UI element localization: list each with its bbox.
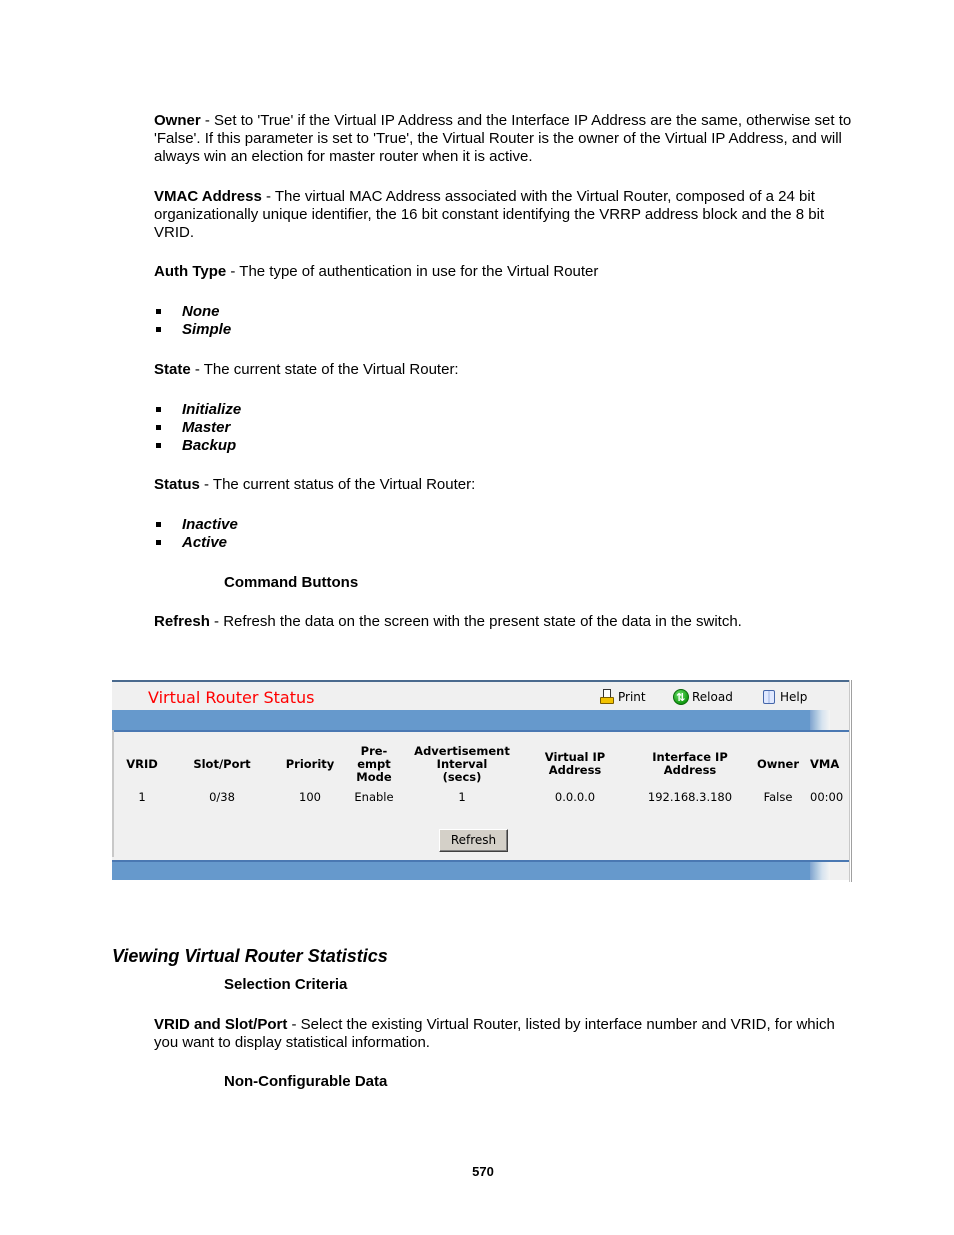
vmac-description: VMAC Address - The virtual MAC Address a… [154,188,858,242]
header-bar [112,710,852,732]
cell-virtual-ip: 0.0.0.0 [554,790,596,804]
status-description: Status - The current status of the Virtu… [154,476,858,494]
panel-scrollbar-edge [849,680,852,882]
bullet-icon [156,407,161,412]
cell-vrid: 1 [138,790,146,804]
bullet-icon [156,540,161,545]
section-title: Viewing Virtual Router Statistics [112,946,388,966]
printer-icon [599,689,615,705]
list-item-label: Backup [182,437,237,454]
owner-description: Owner - Set to 'True' if the Virtual IP … [154,112,858,166]
auth-type-list: None Simple [154,303,231,339]
status-term: Status [154,476,200,493]
virtual-router-table: VRID Slot/Port Priority Pre- empt Mode A… [112,742,852,808]
col-header-preempt-mode: Pre- empt Mode [356,743,392,784]
command-buttons-heading: Command Buttons [224,574,359,591]
non-configurable-heading: Non-Configurable Data [224,1073,388,1090]
state-term: State [154,361,191,378]
owner-text: - Set to 'True' if the Virtual IP Addres… [154,112,852,165]
help-label: Help [780,690,808,704]
list-item: Active [154,534,238,552]
status-list: Inactive Active [154,516,238,552]
bullet-icon [156,425,161,430]
list-item: Backup [154,437,241,455]
page-number: 570 [472,1164,494,1179]
list-item-label: Initialize [182,401,242,418]
list-item: None [154,303,231,321]
table-header-row: VRID Slot/Port Priority Pre- empt Mode A… [112,742,852,786]
help-button[interactable]: Help [761,688,807,706]
refresh-description: Refresh - Refresh the data on the screen… [154,613,858,631]
vrid-slot-port-description: VRID and Slot/Port - Select the existing… [154,1016,858,1052]
owner-term: Owner [154,112,201,129]
help-book-icon [761,689,777,705]
vrid-slot-port-term: VRID and Slot/Port [154,1016,288,1033]
panel-title: Virtual Router Status [148,688,315,707]
list-item-label: Inactive [182,516,238,533]
list-item: Master [154,419,241,437]
col-header-owner: Owner [756,756,800,771]
col-header-advertisement-interval: Advertisement Interval (secs) [414,743,510,784]
bullet-icon [156,443,161,448]
auth-type-description: Auth Type - The type of authentication i… [154,263,858,281]
vmac-term: VMAC Address [154,188,262,205]
col-header-slot-port: Slot/Port [193,756,251,771]
list-item-label: None [182,303,220,320]
cell-advertisement-interval: 1 [458,790,466,804]
col-header-interface-ip: Interface IP Address [652,750,728,777]
footer-bar [112,860,852,880]
col-header-virtual-ip: Virtual IP Address [544,750,606,777]
refresh-button[interactable]: Refresh [439,829,508,852]
table-row: 1 0/38 100 Enable 1 0.0.0.0 192.168.3.18… [112,786,852,808]
state-text: - The current state of the Virtual Route… [190,361,459,378]
reload-label: Reload [692,690,733,704]
refresh-text: - Refresh the data on the screen with th… [209,613,742,630]
cell-priority: 100 [299,790,321,804]
print-label: Print [618,690,646,704]
cell-interface-ip: 192.168.3.180 [647,790,733,804]
refresh-term: Refresh [154,613,210,630]
bullet-icon [156,327,161,332]
reload-icon [673,689,689,707]
list-item-label: Master [182,419,231,436]
state-list: Initialize Master Backup [154,401,241,455]
auth-type-text: - The type of authentication in use for … [226,263,599,280]
list-item-label: Active [182,534,228,551]
cell-slot-port: 0/38 [209,790,235,804]
cell-vmac: 00:00 [810,790,844,804]
col-header-priority: Priority [285,756,335,771]
list-item: Initialize [154,401,241,419]
col-header-vmac: VMA [810,756,840,771]
state-description: State - The current state of the Virtual… [154,361,858,379]
panel-left-edge [112,730,114,857]
status-text: - The current status of the Virtual Rout… [199,476,476,493]
bullet-icon [156,309,161,314]
list-item: Inactive [154,516,238,534]
cell-preempt-mode: Enable [354,790,394,804]
cell-owner: False [763,790,793,804]
auth-type-term: Auth Type [154,263,227,280]
list-item: Simple [154,321,231,339]
list-item-label: Simple [182,321,232,338]
selection-criteria-heading: Selection Criteria [224,976,348,993]
virtual-router-status-panel: Virtual Router Status Print Reload Help … [112,680,852,880]
bullet-icon [156,522,161,527]
col-header-vrid: VRID [126,756,158,771]
print-button[interactable]: Print [599,688,646,706]
reload-button[interactable]: Reload [673,688,733,707]
